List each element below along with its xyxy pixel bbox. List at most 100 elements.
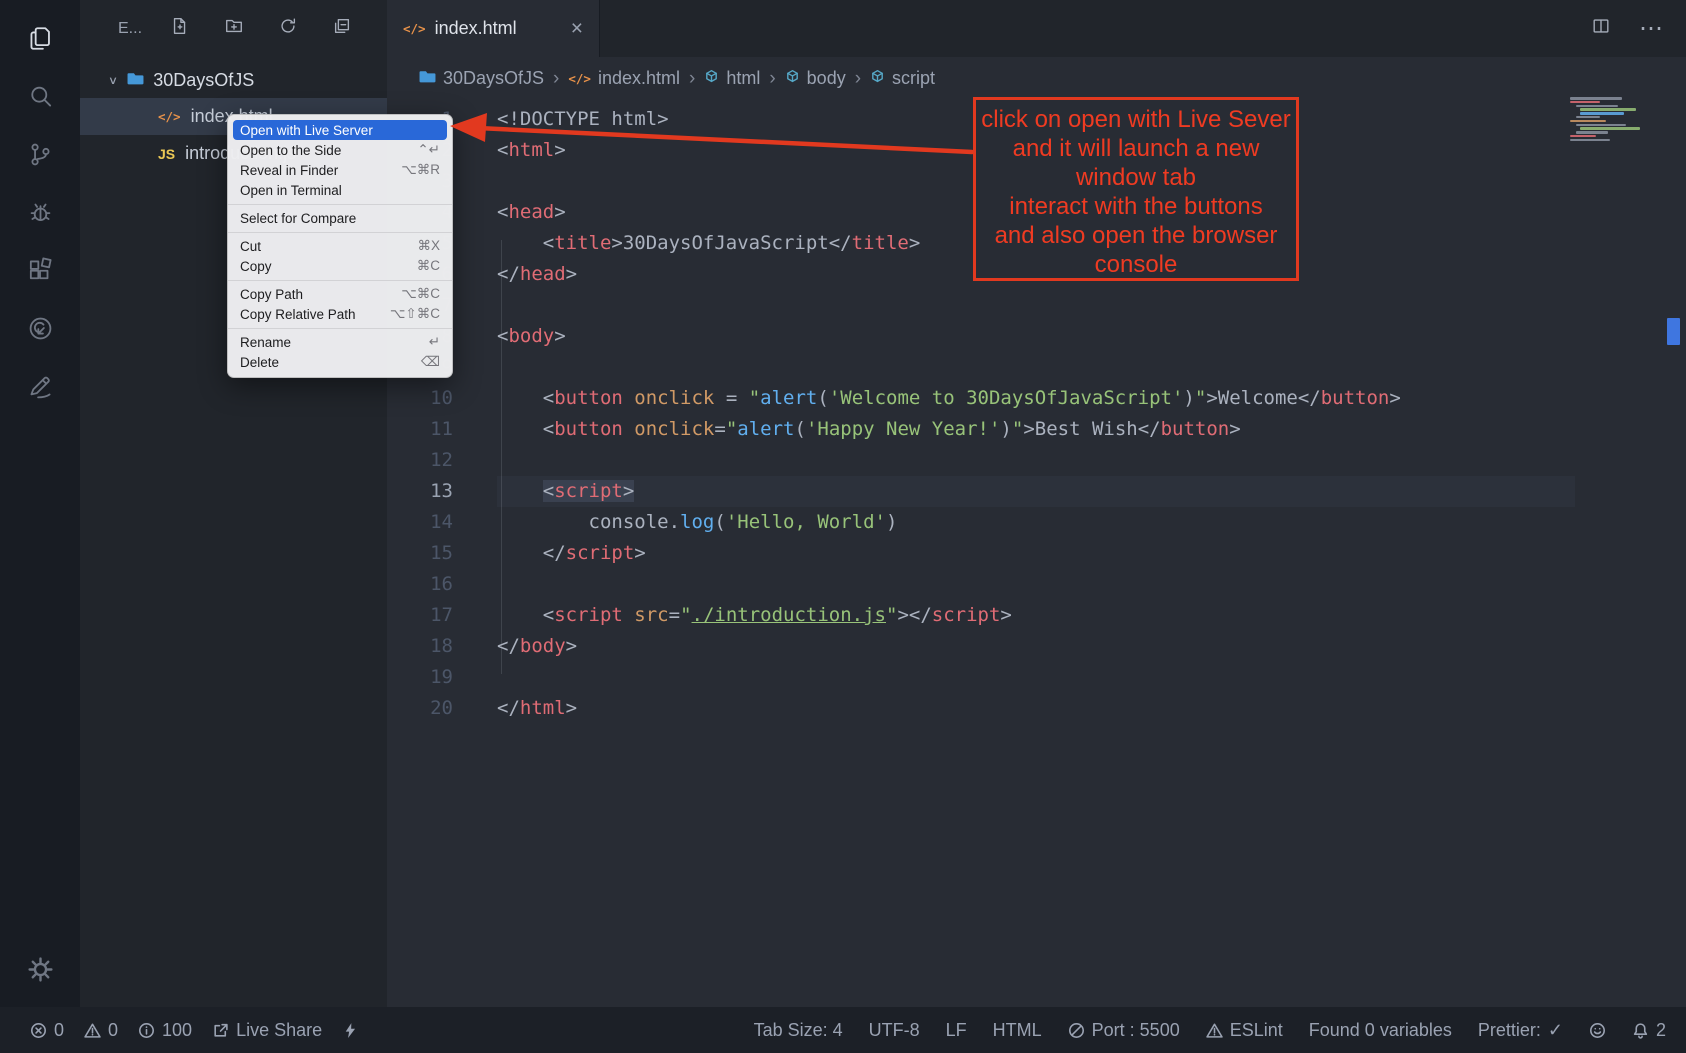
source-control-icon[interactable] bbox=[18, 132, 62, 176]
lightning-status[interactable] bbox=[342, 1022, 359, 1039]
activity-bar bbox=[0, 0, 80, 1007]
smiley-icon bbox=[1589, 1022, 1606, 1039]
tab-title: index.html bbox=[435, 18, 517, 39]
collapse-all-icon[interactable] bbox=[332, 16, 352, 41]
code-line-17[interactable]: 17 <script src="./introduction.js"></scr… bbox=[387, 600, 1686, 631]
status-bar: 0 0 100 Live Share Tab Size: 4 UTF-8 LF … bbox=[0, 1007, 1686, 1053]
warning-triangle-icon bbox=[1206, 1022, 1223, 1039]
breadcrumb-file[interactable]: </> index.html bbox=[568, 68, 680, 89]
notifications-status[interactable]: 2 bbox=[1632, 1020, 1666, 1041]
menu-separator bbox=[228, 204, 452, 205]
chevron-right-icon: › bbox=[689, 68, 695, 90]
explorer-icon[interactable] bbox=[18, 16, 62, 60]
close-icon[interactable]: × bbox=[571, 18, 583, 39]
port-status[interactable]: Port : 5500 bbox=[1068, 1020, 1180, 1041]
indent-guide bbox=[501, 240, 502, 674]
menu-item-cut[interactable]: Cut⌘X bbox=[228, 236, 452, 256]
code-line-19[interactable]: 19 bbox=[387, 662, 1686, 693]
error-icon bbox=[30, 1022, 47, 1039]
variables-status[interactable]: Found 0 variables bbox=[1309, 1020, 1452, 1041]
info-icon bbox=[138, 1022, 155, 1039]
live-share-icon[interactable] bbox=[18, 306, 62, 350]
html-file-icon: </> bbox=[568, 71, 591, 86]
eol-status[interactable]: LF bbox=[946, 1020, 967, 1041]
code-line-9[interactable]: 9 bbox=[387, 352, 1686, 383]
js-file-icon: JS bbox=[158, 146, 175, 162]
code-line-11[interactable]: 11 <button onclick="alert('Happy New Yea… bbox=[387, 414, 1686, 445]
menu-item-select-for-compare[interactable]: Select for Compare bbox=[228, 208, 452, 228]
menu-item-delete[interactable]: Delete⌫ bbox=[228, 352, 452, 372]
live-share-status[interactable]: Live Share bbox=[212, 1020, 322, 1041]
vscode-window: E... ∨ 30DaysOfJS </> index.html JS intr… bbox=[0, 0, 1686, 1053]
port-icon bbox=[1068, 1022, 1085, 1039]
tab-bar: </> index.html × ⋯ bbox=[387, 0, 1686, 57]
breadcrumb-el-script[interactable]: script bbox=[870, 68, 935, 89]
check-icon: ✓ bbox=[1548, 1020, 1563, 1041]
breadcrumb-el-html[interactable]: html bbox=[704, 68, 760, 89]
menu-item-open-in-terminal[interactable]: Open in Terminal bbox=[228, 180, 452, 200]
overview-ruler-marker bbox=[1667, 318, 1680, 345]
split-editor-icon[interactable] bbox=[1591, 16, 1611, 41]
folder-icon bbox=[127, 70, 144, 92]
menu-item-copy-relative-path[interactable]: Copy Relative Path⌥⇧⌘C bbox=[228, 304, 452, 324]
folder-name: 30DaysOfJS bbox=[153, 70, 254, 91]
problems-errors[interactable]: 0 bbox=[30, 1020, 64, 1041]
problems-warnings[interactable]: 0 bbox=[84, 1020, 118, 1041]
menu-item-rename[interactable]: Rename↵ bbox=[228, 332, 452, 352]
breadcrumb-folder[interactable]: 30DaysOfJS bbox=[419, 68, 544, 90]
menu-item-reveal-in-finder[interactable]: Reveal in Finder⌥⌘R bbox=[228, 160, 452, 180]
extensions-icon[interactable] bbox=[18, 248, 62, 292]
menu-separator bbox=[228, 232, 452, 233]
prettier-status[interactable]: Prettier: ✓ bbox=[1478, 1020, 1563, 1041]
tab-size-status[interactable]: Tab Size: 4 bbox=[754, 1020, 843, 1041]
refresh-icon[interactable] bbox=[278, 16, 298, 41]
language-status[interactable]: HTML bbox=[993, 1020, 1042, 1041]
menu-separator bbox=[228, 328, 452, 329]
warning-icon bbox=[84, 1022, 101, 1039]
context-menu: Open with Live ServerOpen to the Side⌃↵R… bbox=[227, 114, 453, 378]
tab-index-html[interactable]: </> index.html × bbox=[387, 0, 600, 57]
encoding-status[interactable]: UTF-8 bbox=[869, 1020, 920, 1041]
menu-item-copy-path[interactable]: Copy Path⌥⌘C bbox=[228, 284, 452, 304]
share-icon bbox=[212, 1022, 229, 1039]
code-line-14[interactable]: 14 console.log('Hello, World') bbox=[387, 507, 1686, 538]
symbol-cube-icon bbox=[704, 68, 719, 89]
code-line-8[interactable]: 8<body> bbox=[387, 321, 1686, 352]
html-file-icon: </> bbox=[403, 21, 426, 36]
search-icon[interactable] bbox=[18, 74, 62, 118]
menu-separator bbox=[228, 280, 452, 281]
settings-gear-icon[interactable] bbox=[18, 947, 62, 991]
tree-folder-30daysofjs[interactable]: ∨ 30DaysOfJS bbox=[80, 63, 387, 98]
feedback-status[interactable] bbox=[1589, 1022, 1606, 1039]
html-file-icon: </> bbox=[158, 109, 181, 124]
eslint-status[interactable]: ESLint bbox=[1206, 1020, 1283, 1041]
menu-item-open-to-the-side[interactable]: Open to the Side⌃↵ bbox=[228, 140, 452, 160]
symbol-cube-icon bbox=[870, 68, 885, 89]
folder-icon bbox=[419, 68, 436, 90]
symbol-cube-icon bbox=[785, 68, 800, 89]
feedback-pen-icon[interactable] bbox=[18, 364, 62, 408]
more-actions-icon[interactable]: ⋯ bbox=[1639, 14, 1664, 43]
problems-infos[interactable]: 100 bbox=[138, 1020, 192, 1041]
menu-item-copy[interactable]: Copy⌘C bbox=[228, 256, 452, 276]
code-line-18[interactable]: 18</body> bbox=[387, 631, 1686, 662]
code-line-20[interactable]: 20</html> bbox=[387, 693, 1686, 724]
minimap[interactable] bbox=[1570, 97, 1656, 143]
code-line-7[interactable]: 7 bbox=[387, 290, 1686, 321]
code-line-10[interactable]: 10 <button onclick = "alert('Welcome to … bbox=[387, 383, 1686, 414]
breadcrumb-el-body[interactable]: body bbox=[785, 68, 846, 89]
run-debug-icon[interactable] bbox=[18, 190, 62, 234]
menu-item-open-with-live-server[interactable]: Open with Live Server bbox=[233, 120, 447, 140]
new-folder-icon[interactable] bbox=[224, 16, 244, 41]
code-line-13[interactable]: 13 <script> bbox=[387, 476, 1686, 507]
explorer-header: E... bbox=[80, 0, 387, 57]
code-line-16[interactable]: 16 bbox=[387, 569, 1686, 600]
chevron-right-icon: › bbox=[855, 68, 861, 90]
code-line-15[interactable]: 15 </script> bbox=[387, 538, 1686, 569]
lightning-icon bbox=[342, 1022, 359, 1039]
new-file-icon[interactable] bbox=[170, 16, 190, 41]
chevron-down-icon: ∨ bbox=[108, 74, 118, 88]
annotation-box: click on open with Live Sever and it wil… bbox=[973, 97, 1299, 281]
code-line-12[interactable]: 12 bbox=[387, 445, 1686, 476]
explorer-title: E... bbox=[118, 20, 142, 38]
